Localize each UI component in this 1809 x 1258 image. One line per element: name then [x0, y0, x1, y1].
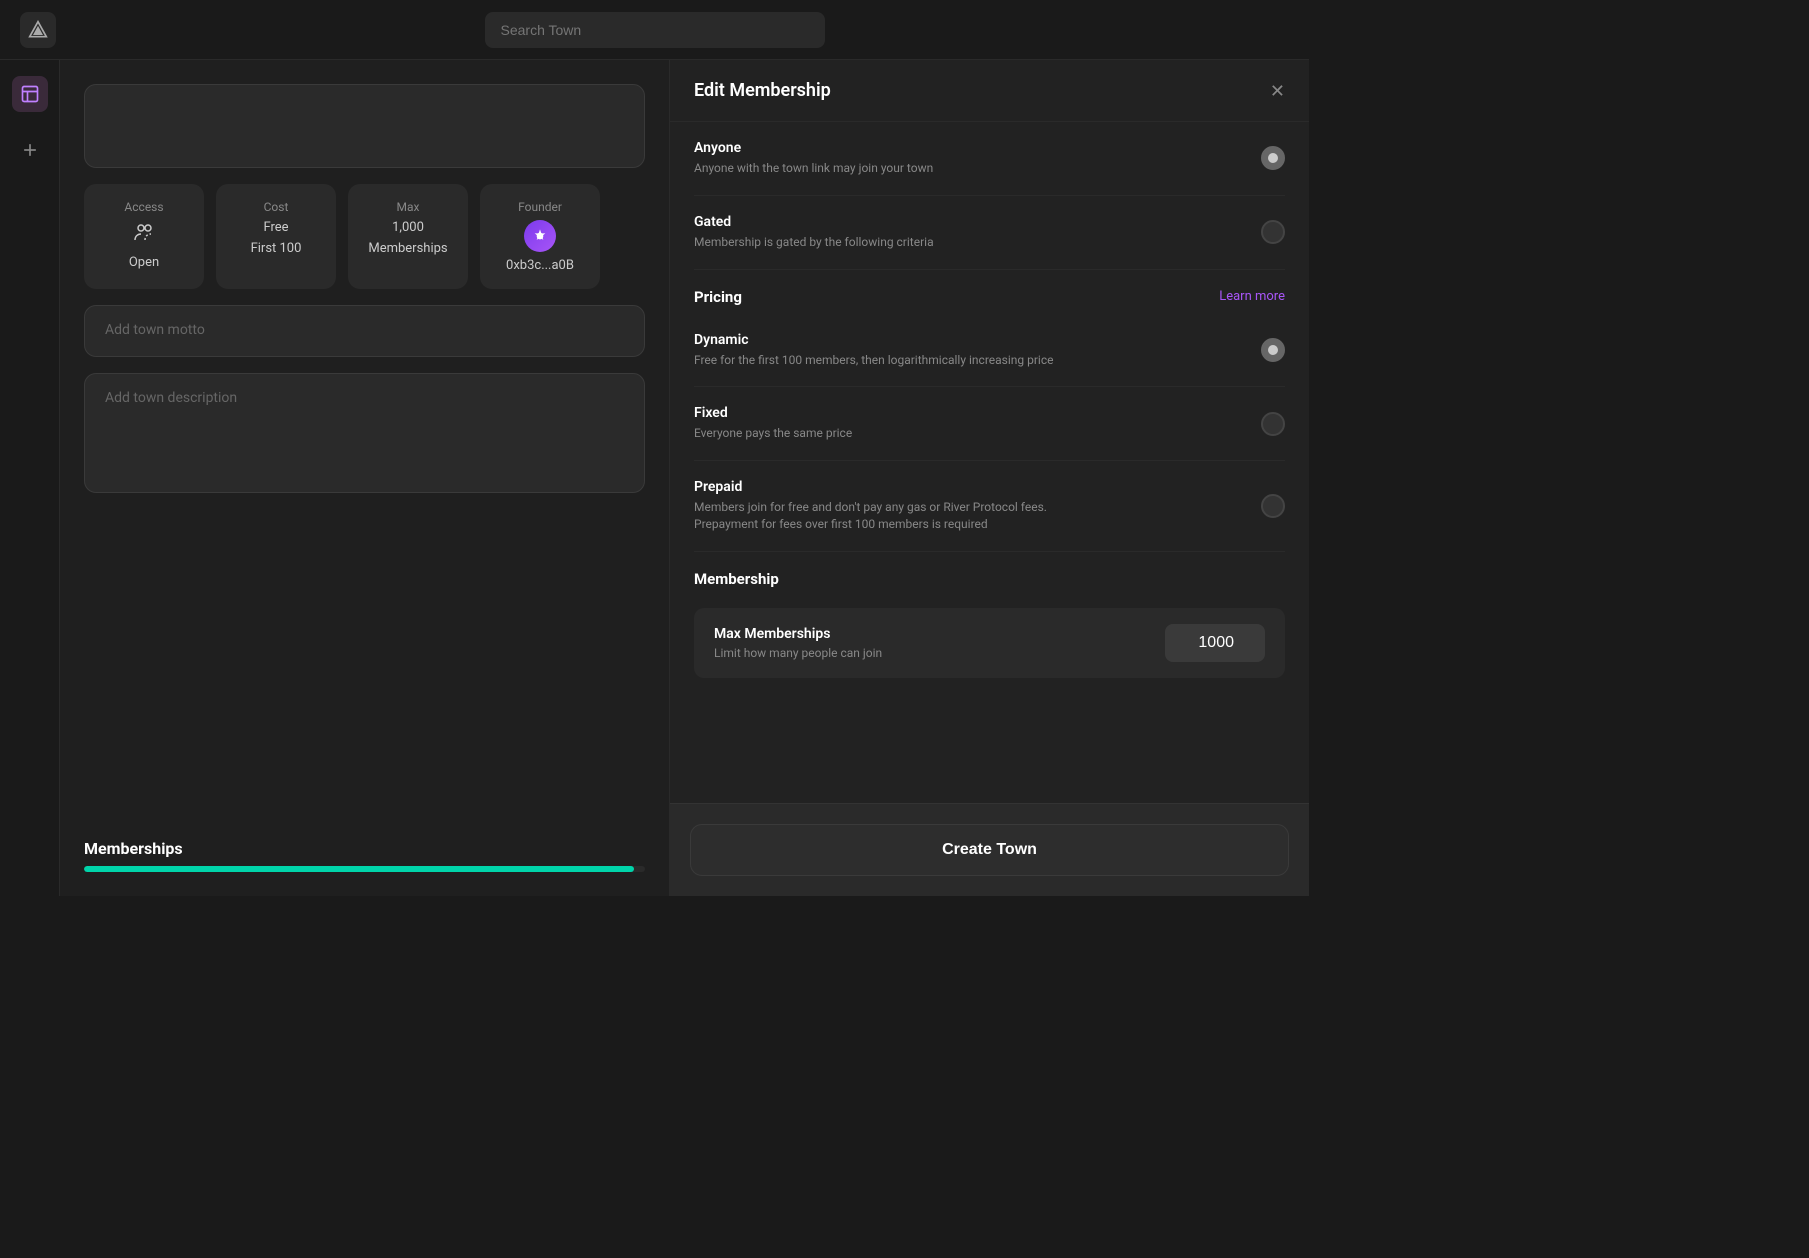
max-label: Max	[397, 200, 420, 214]
gated-title: Gated	[694, 214, 934, 230]
membership-section: Max Memberships Limit how many people ca…	[694, 596, 1285, 690]
access-value: Open	[129, 255, 159, 270]
learn-more-link[interactable]: Learn more	[1219, 289, 1285, 304]
pricing-header: Pricing Learn more	[694, 270, 1285, 314]
panel-header: Edit Membership ✕	[670, 60, 1309, 122]
right-panel: Edit Membership ✕ Anyone Anyone with the…	[669, 60, 1309, 896]
option-anyone: Anyone Anyone with the town link may joi…	[694, 122, 1285, 196]
option-prepaid: Prepaid Members join for free and don't …	[694, 461, 1285, 552]
motto-input[interactable]: Add town motto	[84, 305, 645, 357]
max-memberships-title: Max Memberships	[714, 626, 882, 642]
town-name-input[interactable]: Test123	[84, 84, 645, 168]
anyone-title: Anyone	[694, 140, 933, 156]
membership-header: Membership	[694, 552, 1285, 596]
cost-value-1: Free	[263, 220, 288, 235]
gated-desc: Membership is gated by the following cri…	[694, 234, 934, 251]
founder-address: 0xb3c...a0B	[506, 258, 574, 273]
pricing-title: Pricing	[694, 288, 742, 306]
stats-row: Access Open Cost Free First 100	[84, 184, 645, 289]
close-button[interactable]: ✕	[1270, 82, 1285, 100]
anyone-radio[interactable]	[1261, 146, 1285, 170]
search-input[interactable]	[485, 12, 825, 48]
topbar	[0, 0, 1309, 60]
access-icon	[132, 220, 156, 249]
stat-card-access: Access Open	[84, 184, 204, 289]
create-town-button[interactable]: Create Town	[690, 824, 1289, 876]
dynamic-title: Dynamic	[694, 332, 1053, 348]
progress-bar-bg	[84, 866, 645, 872]
membership-section-title: Membership	[694, 570, 779, 588]
memberships-section: Memberships	[84, 839, 645, 872]
max-value-1: 1,000	[392, 220, 424, 235]
stat-card-max: Max 1,000 Memberships	[348, 184, 468, 289]
max-memberships-input[interactable]	[1165, 624, 1265, 662]
layout: Test123 Access Open Cost Fre	[0, 60, 1309, 896]
option-fixed: Fixed Everyone pays the same price	[694, 387, 1285, 461]
founder-avatar	[524, 220, 556, 252]
memberships-title: Memberships	[84, 839, 645, 858]
cost-value-2: First 100	[251, 241, 302, 256]
panel-title: Edit Membership	[694, 80, 831, 101]
stat-card-founder: Founder 0xb3c...a0B	[480, 184, 600, 289]
cost-label: Cost	[264, 200, 289, 214]
dynamic-desc: Free for the first 100 members, then log…	[694, 352, 1053, 369]
logo	[20, 12, 56, 48]
prepaid-desc: Members join for free and don't pay any …	[694, 499, 1114, 533]
gated-radio[interactable]	[1261, 220, 1285, 244]
fixed-title: Fixed	[694, 405, 852, 421]
description-input[interactable]: Add town description	[84, 373, 645, 493]
max-value-2: Memberships	[368, 241, 447, 256]
prepaid-radio[interactable]	[1261, 494, 1285, 518]
founder-label: Founder	[518, 200, 562, 214]
prepaid-title: Prepaid	[694, 479, 1114, 495]
option-gated: Gated Membership is gated by the followi…	[694, 196, 1285, 270]
max-memberships-card: Max Memberships Limit how many people ca…	[694, 608, 1285, 678]
option-dynamic: Dynamic Free for the first 100 members, …	[694, 314, 1285, 388]
progress-bar-fill	[84, 866, 634, 872]
create-town-section: Create Town	[670, 803, 1309, 896]
sidebar	[0, 60, 60, 896]
sidebar-item-inbox[interactable]	[12, 76, 48, 112]
max-memberships-desc: Limit how many people can join	[714, 646, 882, 660]
access-label: Access	[124, 200, 163, 214]
panel-content: Anyone Anyone with the town link may joi…	[670, 122, 1309, 803]
stat-card-cost: Cost Free First 100	[216, 184, 336, 289]
fixed-desc: Everyone pays the same price	[694, 425, 852, 442]
anyone-desc: Anyone with the town link may join your …	[694, 160, 933, 177]
sidebar-item-add[interactable]	[12, 132, 48, 168]
fixed-radio[interactable]	[1261, 412, 1285, 436]
main-content: Test123 Access Open Cost Fre	[60, 60, 669, 896]
dynamic-radio[interactable]	[1261, 338, 1285, 362]
